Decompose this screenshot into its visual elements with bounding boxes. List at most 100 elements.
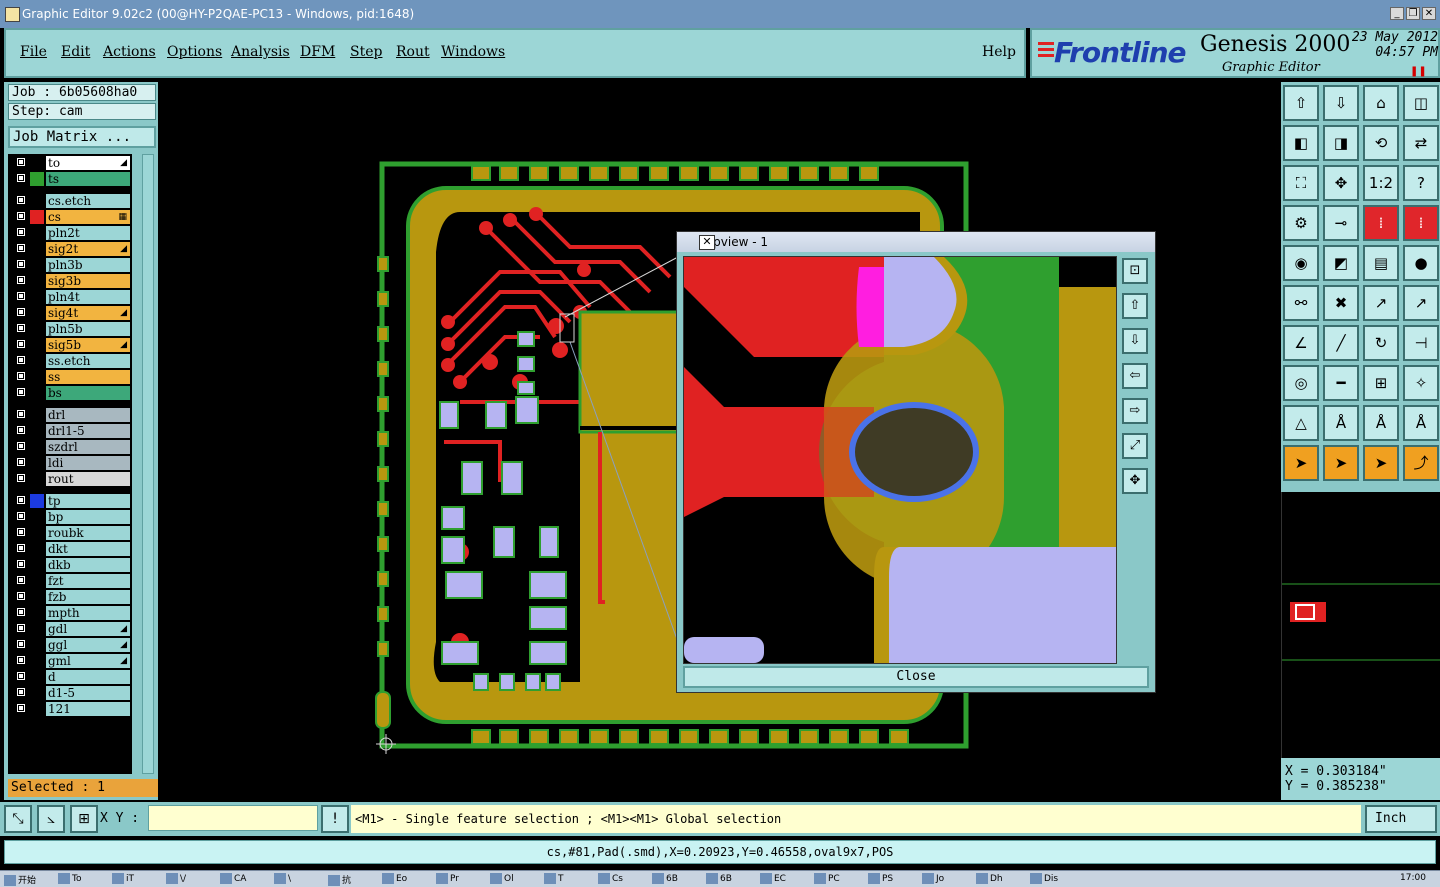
layer-checkbox[interactable]	[16, 655, 26, 665]
tool-0-2-icon[interactable]: ⌂	[1363, 85, 1399, 121]
popview-pan-left-button[interactable]: ⇦	[1122, 363, 1148, 389]
layer-name[interactable]: dkt	[46, 542, 130, 556]
layer-row-sig4t[interactable]: sig4t ◢	[8, 306, 132, 320]
tool-7-1-icon[interactable]: ━	[1323, 365, 1359, 401]
popview-close-button[interactable]: Close	[683, 666, 1149, 688]
layer-checkbox[interactable]	[16, 623, 26, 633]
layer-name[interactable]: 121	[46, 702, 130, 716]
tool-3-1-icon[interactable]: ⊸	[1323, 205, 1359, 241]
layer-name[interactable]: fzb	[46, 590, 130, 604]
layer-name[interactable]: pln5b	[46, 322, 130, 336]
layer-row-rout[interactable]: rout	[8, 472, 132, 486]
unit-selector[interactable]: Inch	[1365, 805, 1437, 833]
layer-checkbox[interactable]	[16, 575, 26, 585]
layer-row-sig3b[interactable]: sig3b	[8, 274, 132, 288]
taskbar-item[interactable]: Ol	[490, 873, 514, 886]
popview-zoom-button[interactable]: ⤢	[1122, 433, 1148, 459]
popview-canvas[interactable]	[683, 256, 1117, 664]
layer-checkbox[interactable]	[16, 511, 26, 521]
taskbar-item[interactable]: Dis	[1030, 873, 1058, 886]
layer-color-swatch[interactable]	[30, 306, 44, 320]
layer-row-to[interactable]: to ◢	[8, 156, 132, 170]
layer-row-pln3b[interactable]: pln3b	[8, 258, 132, 272]
layer-row-sig2t[interactable]: sig2t ◢	[8, 242, 132, 256]
tool-7-0-icon[interactable]: ◎	[1283, 365, 1319, 401]
tool-2-0-icon[interactable]: ⛶	[1283, 165, 1319, 201]
popview-titlebar[interactable]: Popview - 1 ✕	[677, 232, 1155, 252]
layer-list-scrollbar[interactable]	[142, 154, 154, 774]
layer-row-mpth[interactable]: mpth	[8, 606, 132, 620]
layer-name[interactable]: pln2t	[46, 226, 130, 240]
taskbar-item[interactable]: \/	[166, 873, 186, 886]
layer-row-bs[interactable]: bs	[8, 386, 132, 400]
layer-color-swatch[interactable]	[30, 686, 44, 700]
layer-name[interactable]: roubk	[46, 526, 130, 540]
layer-checkbox[interactable]	[16, 495, 26, 505]
menu-file[interactable]: File	[20, 44, 47, 60]
alert-icon[interactable]: !	[321, 805, 349, 833]
taskbar-item[interactable]: Dh	[976, 873, 1003, 886]
menu-rout[interactable]: Rout	[396, 44, 430, 60]
layer-name[interactable]: ggl ◢	[46, 638, 130, 652]
layer-name[interactable]: dkb	[46, 558, 130, 572]
layer-checkbox[interactable]	[16, 371, 26, 381]
layer-color-swatch[interactable]	[30, 606, 44, 620]
layer-row-drl1-5[interactable]: drl1-5	[8, 424, 132, 438]
tool-2-2-icon[interactable]: 1:2	[1363, 165, 1399, 201]
taskbar-item[interactable]: Pr	[436, 873, 459, 886]
layer-checkbox[interactable]	[16, 291, 26, 301]
taskbar-item[interactable]: Jo	[922, 873, 944, 886]
layer-color-swatch[interactable]	[30, 574, 44, 588]
layer-checkbox[interactable]	[16, 457, 26, 467]
taskbar-item[interactable]: PS	[868, 873, 893, 886]
layer-color-swatch[interactable]	[30, 210, 44, 224]
layer-color-swatch[interactable]	[30, 408, 44, 422]
layer-color-swatch[interactable]	[30, 290, 44, 304]
layer-row-ldi[interactable]: ldi	[8, 456, 132, 470]
layer-row-ggl[interactable]: ggl ◢	[8, 638, 132, 652]
layer-row-cs-etch[interactable]: cs.etch	[8, 194, 132, 208]
taskbar-item[interactable]: iT	[112, 873, 134, 886]
layer-row-dkt[interactable]: dkt	[8, 542, 132, 556]
menu-analysis[interactable]: Analysis	[231, 44, 290, 60]
tool-9-2-icon[interactable]: ➤	[1363, 445, 1399, 481]
layer-color-swatch[interactable]	[30, 638, 44, 652]
layer-name[interactable]: fzt	[46, 574, 130, 588]
layer-checkbox[interactable]	[16, 195, 26, 205]
tool-4-0-icon[interactable]: ◉	[1283, 245, 1319, 281]
tool-9-3-icon[interactable]: ⤴	[1403, 445, 1439, 481]
tool-6-3-icon[interactable]: ⊣	[1403, 325, 1439, 361]
layer-checkbox[interactable]	[16, 339, 26, 349]
tool-6-0-icon[interactable]: ∠	[1283, 325, 1319, 361]
layer-checkbox[interactable]	[16, 607, 26, 617]
tool-7-2-icon[interactable]: ⊞	[1363, 365, 1399, 401]
tool-8-3-icon[interactable]: Å	[1403, 405, 1439, 441]
taskbar-item[interactable]: 6B	[652, 873, 678, 886]
layer-row-gdl[interactable]: gdl ◢	[8, 622, 132, 636]
menu-options[interactable]: Options	[167, 44, 222, 60]
taskbar-item[interactable]: To	[58, 873, 81, 886]
layer-color-swatch[interactable]	[30, 172, 44, 186]
menu-actions[interactable]: Actions	[103, 44, 156, 60]
layer-color-swatch[interactable]	[30, 654, 44, 668]
layer-name[interactable]: sig3b	[46, 274, 130, 288]
layer-name[interactable]: pln3b	[46, 258, 130, 272]
layer-row-bp[interactable]: bp	[8, 510, 132, 524]
layer-row-d1-5[interactable]: d1-5	[8, 686, 132, 700]
tool-1-3-icon[interactable]: ⇄	[1403, 125, 1439, 161]
pause-icon[interactable]: ❚❚	[1410, 66, 1427, 77]
tool-1-2-icon[interactable]: ⟲	[1363, 125, 1399, 161]
popview-move-button[interactable]: ✥	[1122, 468, 1148, 494]
layer-checkbox[interactable]	[16, 543, 26, 553]
layer-color-swatch[interactable]	[30, 258, 44, 272]
layer-color-swatch[interactable]	[30, 526, 44, 540]
layer-name[interactable]: ss	[46, 370, 130, 384]
taskbar-item[interactable]: Cs	[598, 873, 623, 886]
layer-row-d[interactable]: d	[8, 670, 132, 684]
layer-checkbox[interactable]	[16, 409, 26, 419]
tool-4-1-icon[interactable]: ◩	[1323, 245, 1359, 281]
layer-row-pln2t[interactable]: pln2t	[8, 226, 132, 240]
layer-checkbox[interactable]	[16, 387, 26, 397]
layer-checkbox[interactable]	[16, 425, 26, 435]
layer-color-swatch[interactable]	[30, 370, 44, 384]
